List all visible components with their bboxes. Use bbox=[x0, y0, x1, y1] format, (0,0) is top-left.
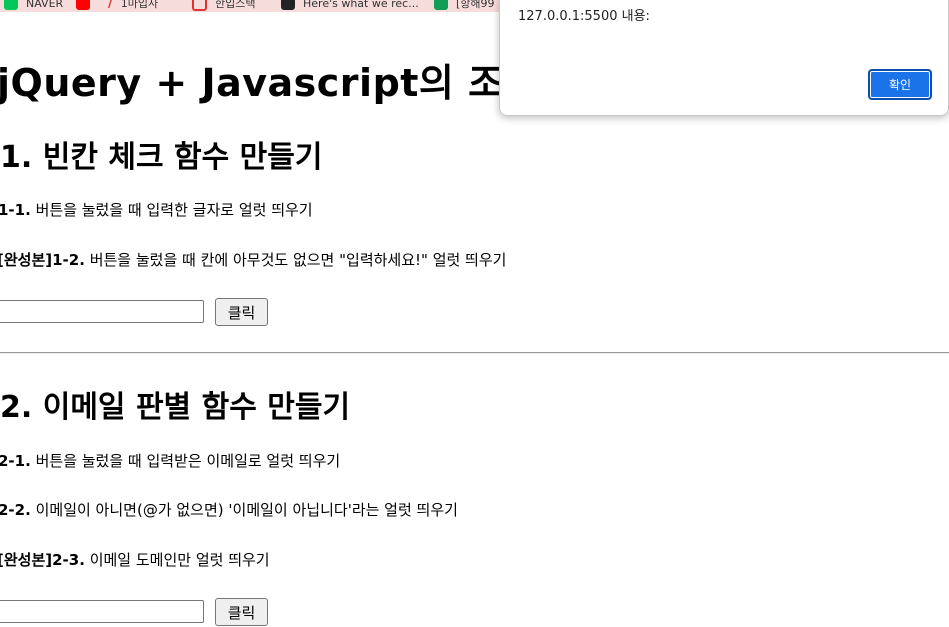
section-divider bbox=[0, 352, 949, 354]
task-2-1: 2-1. 버튼을 눌렀을 때 입력받은 이메일로 얼럿 띄우기 bbox=[0, 450, 340, 471]
task-2-3: [완성본]2-3. 이메일 도메인만 얼럿 띄우기 bbox=[0, 549, 270, 570]
alert-ok-button[interactable]: 확인 bbox=[868, 69, 932, 100]
email-check-button[interactable]: 클릭 bbox=[215, 598, 268, 626]
bookmark-label: 한입스택 bbox=[215, 0, 256, 10]
email-input[interactable] bbox=[0, 600, 204, 623]
bookmark-item[interactable]: Here's what we rec... bbox=[281, 0, 419, 12]
section1-heading: 1. 빈칸 체크 함수 만들기 bbox=[0, 140, 323, 175]
page-title: jQuery + Javascript의 조합 bbox=[0, 61, 540, 105]
chart-icon bbox=[192, 0, 207, 11]
bookmark-item[interactable]: [항해99 bbox=[434, 0, 495, 12]
blank-check-input[interactable] bbox=[0, 300, 204, 323]
bookmark-naver[interactable]: NAVER bbox=[4, 0, 63, 12]
bookmark-label: NAVER bbox=[26, 0, 64, 10]
bookmark-icon bbox=[434, 0, 448, 10]
link-icon: / bbox=[108, 0, 113, 11]
section2-heading: 2. 이메일 판별 함수 만들기 bbox=[0, 390, 351, 425]
task-text: 버튼을 눌렀을 때 칸에 아무것도 없으면 "입력하세요!" 얼럿 띄우기 bbox=[89, 251, 507, 269]
task-2-2: 2-2. 이메일이 아니면(@가 없으면) '이메일이 아닙니다'라는 얼럿 띄… bbox=[0, 499, 458, 520]
bookmark-item[interactable]: / 1마입사 bbox=[108, 0, 158, 12]
task-text: 이메일 도메인만 얼럿 띄우기 bbox=[89, 551, 270, 569]
alert-dialog: 127.0.0.1:5500 내용: 확인 bbox=[499, 0, 949, 116]
github-icon bbox=[281, 0, 295, 10]
task-text: 이메일이 아니면(@가 없으면) '이메일이 아닙니다'라는 얼럿 띄우기 bbox=[35, 501, 458, 519]
naver-icon bbox=[4, 0, 18, 10]
task-number: [완성본]2-3. bbox=[0, 551, 85, 569]
task-number: 1-1. bbox=[0, 201, 31, 219]
task-1-2: [완성본]1-2. 버튼을 눌렀을 때 칸에 아무것도 없으면 "입력하세요!"… bbox=[0, 249, 506, 270]
blank-check-button[interactable]: 클릭 bbox=[215, 298, 268, 326]
youtube-icon bbox=[76, 0, 90, 10]
bookmark-youtube[interactable] bbox=[76, 0, 98, 12]
task-number: 2-2. bbox=[0, 501, 31, 519]
bookmark-item[interactable]: 한입스택 bbox=[192, 0, 255, 12]
task-number: [완성본]1-2. bbox=[0, 251, 85, 269]
bookmark-label: 1마입사 bbox=[120, 0, 159, 10]
task-text: 버튼을 눌렀을 때 입력받은 이메일로 얼럿 띄우기 bbox=[35, 452, 341, 470]
alert-origin-text: 127.0.0.1:5500 내용: bbox=[518, 9, 650, 24]
task-text: 버튼을 눌렀을 때 입력한 글자로 얼럿 띄우기 bbox=[35, 201, 313, 219]
bookmark-label: [항해99 bbox=[456, 0, 495, 10]
task-number: 2-1. bbox=[0, 452, 31, 470]
task-1-1: 1-1. 버튼을 눌렀을 때 입력한 글자로 얼럿 띄우기 bbox=[0, 199, 313, 220]
bookmark-label: Here's what we rec... bbox=[303, 0, 419, 10]
